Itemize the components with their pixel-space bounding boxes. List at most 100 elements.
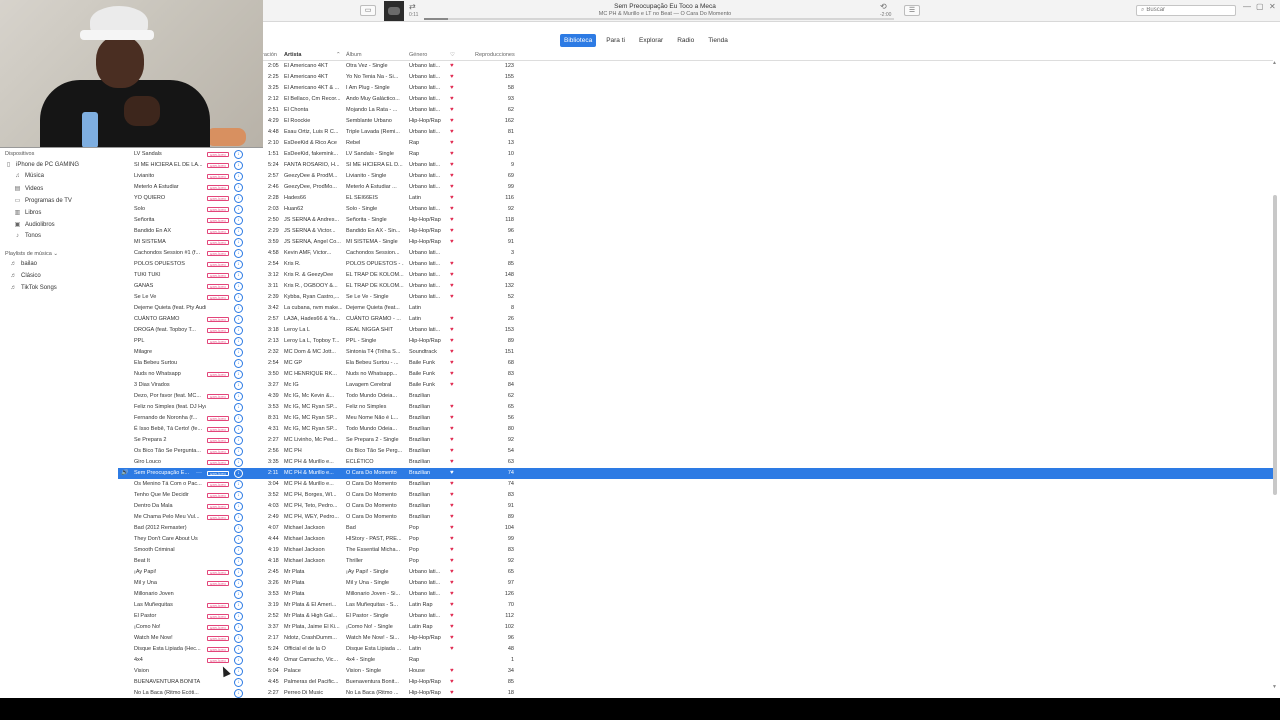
cloud-download-icon[interactable]: ↓ xyxy=(234,183,243,192)
song-row[interactable]: ¡Como No! EXPLÍCITO ↓ 3:37 Mr Plata, Jaime E… xyxy=(118,622,1273,633)
song-row[interactable]: Solo EXPLÍCITO ↓ 2:03 Huan62 Solo - Single Urb… xyxy=(118,204,1273,215)
cloud-download-icon[interactable]: ↓ xyxy=(234,392,243,401)
cloud-download-icon[interactable]: ↓ xyxy=(234,436,243,445)
song-row[interactable]: 🔊 Sem Preocupação E... ··· EXPLÍCITO ↓ 2:11 MC… xyxy=(118,468,1273,479)
cloud-download-icon[interactable]: ↓ xyxy=(234,546,243,555)
column-header-artist[interactable]: Artista xyxy=(284,52,301,58)
cloud-download-icon[interactable]: ↓ xyxy=(234,524,243,533)
song-row[interactable]: Las Muñequitas EXPLÍCITO ↓ 3:19 Mr Plata & E… xyxy=(118,600,1273,611)
cloud-download-icon[interactable]: ↓ xyxy=(234,634,243,643)
progress-bar[interactable] xyxy=(424,18,894,20)
heart-icon[interactable]: ♥ xyxy=(450,139,454,148)
song-row[interactable]: Meterlo A Estudiar EXPLÍCITO ↓ 2:46 GeezyDee… xyxy=(118,182,1273,193)
cloud-download-icon[interactable]: ↓ xyxy=(234,689,243,698)
more-options-icon[interactable]: ··· xyxy=(196,469,202,478)
search-input[interactable] xyxy=(1146,7,1217,13)
cloud-download-icon[interactable]: ↓ xyxy=(234,447,243,456)
column-header-plays[interactable]: Reproducciones xyxy=(475,52,515,58)
song-row[interactable]: No La Baca (Ritmo Ecóti... ↓ 2:27 Perreo Di… xyxy=(118,688,1273,698)
song-row[interactable]: 2:10 EsDeeKid & Rico Ace Rebel Rap ♥ 13 xyxy=(118,138,1273,149)
song-row[interactable]: Fernando de Noronha (f... EXPLÍCITO ↓ 8:31 M… xyxy=(118,413,1273,424)
cloud-download-icon[interactable]: ↓ xyxy=(234,227,243,236)
sidebar-device[interactable]: ▯ iPhone de PC GAMING xyxy=(5,161,79,169)
tab-biblioteca[interactable]: Biblioteca xyxy=(560,34,597,47)
heart-icon[interactable]: ♥ xyxy=(450,128,454,137)
cloud-download-icon[interactable]: ↓ xyxy=(234,370,243,379)
heart-icon[interactable]: ♥ xyxy=(450,557,454,566)
cloud-download-icon[interactable]: ↓ xyxy=(234,469,243,478)
song-row[interactable]: POLOS OPUESTOS EXPLÍCITO ↓ 2:54 Kris R. POLOS… xyxy=(118,259,1273,270)
shuffle-icon[interactable]: ⇄ xyxy=(409,2,416,11)
column-header-album[interactable]: Álbum xyxy=(346,52,362,58)
song-row[interactable]: Disque Esta Lipiada (Hec... EXPLÍCITO ↓ 5:2… xyxy=(118,644,1273,655)
heart-icon[interactable]: ♥ xyxy=(450,282,454,291)
heart-icon[interactable]: ♥ xyxy=(450,612,454,621)
song-row[interactable]: CUÁNTO GRAMO EXPLÍCITO ↓ 2:57 LA3A, Hades66 … xyxy=(118,314,1273,325)
song-row[interactable]: GANAS EXPLÍCITO ↓ 3:11 Kris R., OGBOOY &... E… xyxy=(118,281,1273,292)
song-row[interactable]: Watch Me Now! EXPLÍCITO ↓ 2:17 Ndotz, CrashD… xyxy=(118,633,1273,644)
cloud-download-icon[interactable]: ↓ xyxy=(234,568,243,577)
heart-icon[interactable]: ♥ xyxy=(450,326,454,335)
playlists-heading[interactable]: Playlists de música ⌄ xyxy=(5,251,58,257)
song-row[interactable]: Se Le Ve EXPLÍCITO ↓ 2:39 Kybba, Ryan Castro… xyxy=(118,292,1273,303)
heart-icon[interactable]: ♥ xyxy=(450,73,454,82)
heart-icon[interactable]: ♥ xyxy=(450,117,454,126)
heart-icon[interactable]: ♥ xyxy=(450,447,454,456)
song-row[interactable]: Os Bico Tão Se Perguntа... EXPLÍCITO ↓ 2:56… xyxy=(118,446,1273,457)
song-row[interactable]: Dezo, Por favor (feat. MC... EXPLÍCITO ↓ 4:… xyxy=(118,391,1273,402)
song-row[interactable]: Millonario Joven ↓ 3:53 Mr Plata Millonario … xyxy=(118,589,1273,600)
song-row[interactable]: Smooth Criminal ↓ 4:19 Michael Jackson The E… xyxy=(118,545,1273,556)
song-row[interactable]: Se Prepara 2 EXPLÍCITO ↓ 2:27 MC Livinho, Mc… xyxy=(118,435,1273,446)
song-row[interactable]: Giro Louco EXPLÍCITO ↓ 3:35 MC PH & Murillo … xyxy=(118,457,1273,468)
scroll-up-icon[interactable]: ▲ xyxy=(1272,60,1277,66)
heart-icon[interactable]: ♥ xyxy=(450,359,454,368)
scroll-down-icon[interactable]: ▼ xyxy=(1272,684,1277,690)
song-row[interactable]: 2:05 El Americano 4KT Otra Vez - Single Urb… xyxy=(118,61,1273,72)
cloud-download-icon[interactable]: ↓ xyxy=(234,260,243,269)
tab-radio[interactable]: Radio xyxy=(673,34,698,47)
heart-icon[interactable]: ♥ xyxy=(450,194,454,203)
heart-icon[interactable]: ♥ xyxy=(450,678,454,687)
cloud-download-icon[interactable]: ↓ xyxy=(234,425,243,434)
column-header-love-icon[interactable]: ♡ xyxy=(450,52,455,58)
playlist-item[interactable]: ♬ TikTok Songs xyxy=(10,285,57,291)
heart-icon[interactable]: ♥ xyxy=(450,513,454,522)
cloud-download-icon[interactable]: ↓ xyxy=(234,623,243,632)
song-row[interactable]: 2:12 El Bellaco, Cm Recor... Ando Muy Galá… xyxy=(118,94,1273,105)
cloud-download-icon[interactable]: ↓ xyxy=(234,601,243,610)
cloud-download-icon[interactable]: ↓ xyxy=(234,480,243,489)
heart-icon[interactable]: ♥ xyxy=(450,425,454,434)
song-row[interactable]: 3 Dias Virados ↓ 3:27 Mc IG Lavagem Cerebral… xyxy=(118,380,1273,391)
cloud-download-icon[interactable]: ↓ xyxy=(234,205,243,214)
playlist-item[interactable]: ♬ Clásico xyxy=(10,273,41,279)
heart-icon[interactable]: ♥ xyxy=(450,106,454,115)
heart-icon[interactable]: ♥ xyxy=(450,227,454,236)
heart-icon[interactable]: ♥ xyxy=(450,315,454,324)
song-row[interactable]: BUENAVENTURA BONITA ↓ 4:45 Palmeras del Pac… xyxy=(118,677,1273,688)
song-row[interactable]: Feliz no Simples (feat. DJ Hyago)... ↓ 3:5… xyxy=(118,402,1273,413)
cloud-download-icon[interactable]: ↓ xyxy=(234,667,243,676)
cloud-download-icon[interactable]: ↓ xyxy=(234,326,243,335)
song-row[interactable]: 2:51 El Chonta Mojando La Rata - ... Urbano… xyxy=(118,105,1273,116)
heart-icon[interactable]: ♥ xyxy=(450,205,454,214)
tab-explorar[interactable]: Explorar xyxy=(635,34,667,47)
song-row[interactable]: LV Sandals EXPLÍCITO ↓ 1:51 EsDeeKid, fakemi… xyxy=(118,149,1273,160)
cloud-download-icon[interactable]: ↓ xyxy=(234,535,243,544)
cloud-download-icon[interactable]: ↓ xyxy=(234,161,243,170)
sidebar-item-libros[interactable]: ▥ Libros xyxy=(14,209,42,217)
cloud-download-icon[interactable]: ↓ xyxy=(234,293,243,302)
heart-icon[interactable]: ♥ xyxy=(450,667,454,676)
sort-up-icon[interactable]: ⌃ xyxy=(336,52,341,58)
repeat-icon[interactable]: ⟲ xyxy=(880,2,887,11)
heart-icon[interactable]: ♥ xyxy=(450,348,454,357)
song-row[interactable]: Beat It ↓ 4:18 Michael Jackson Thriller Pop ♥ 9… xyxy=(118,556,1273,567)
cloud-download-icon[interactable]: ↓ xyxy=(234,337,243,346)
sidebar-item-tonos[interactable]: ♪ Tonos xyxy=(14,233,41,239)
column-header-duration[interactable]: ración xyxy=(262,52,277,58)
song-row[interactable]: 4x4 EXPLÍCITO ↓ 4:49 Omar Camacho, Vic... 4x4… xyxy=(118,655,1273,666)
song-row[interactable]: El Pastor EXPLÍCITO ↓ 2:52 Mr Plata & High G… xyxy=(118,611,1273,622)
scrollbar[interactable]: ▲ ▼ xyxy=(1272,60,1278,690)
heart-icon[interactable]: ♥ xyxy=(450,216,454,225)
song-row[interactable]: Dentro Da Mala EXPLÍCITO ↓ 4:03 MC PH, Teto,… xyxy=(118,501,1273,512)
heart-icon[interactable]: ♥ xyxy=(450,293,454,302)
